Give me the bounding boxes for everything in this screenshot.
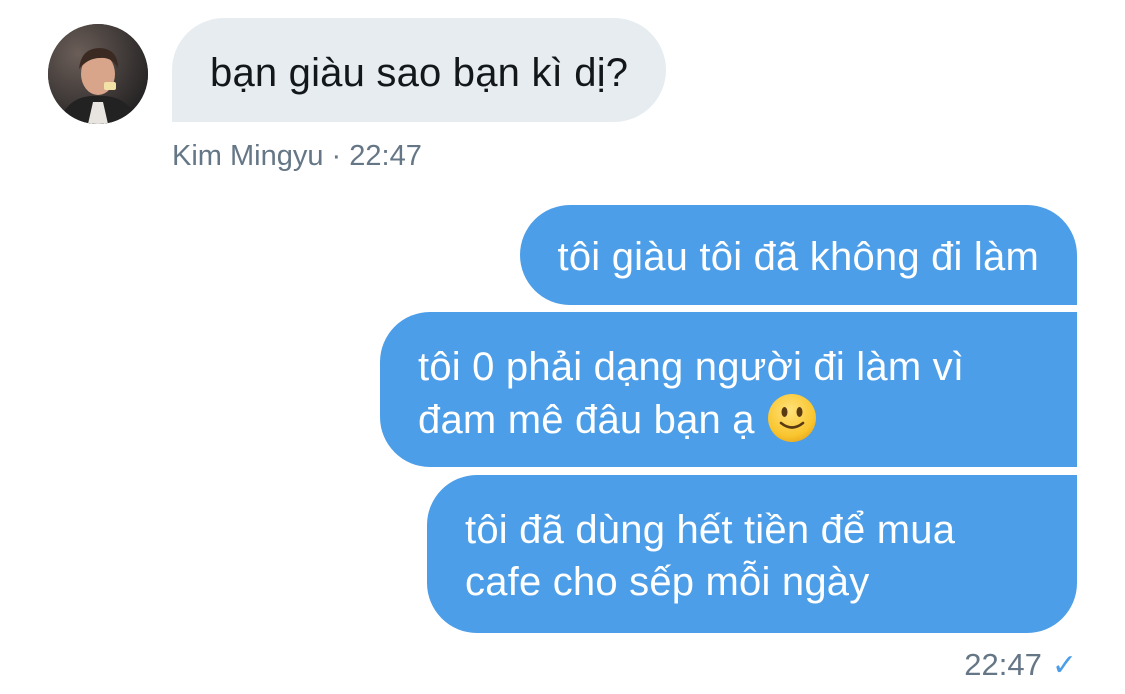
outgoing-message-line: tôi 0 phải dạng người đi làm vì [418, 345, 965, 389]
outgoing-message-time: 22:47 [964, 647, 1042, 682]
meta-separator: · [323, 140, 350, 172]
incoming-message-bubble[interactable]: bạn giàu sao bạn kì dị? [172, 18, 667, 122]
outgoing-message-line: cafe cho sếp mỗi ngày [465, 560, 870, 604]
outgoing-message-bubble[interactable]: tôi đã dùng hết tiền để mua cafe cho sếp… [427, 475, 1077, 633]
outgoing-message-line: tôi giàu tôi đã không đi làm [557, 235, 1039, 279]
outgoing-message-meta: 22:47 ✓ [964, 646, 1077, 685]
incoming-message-text: bạn giàu sao bạn kì dị? [210, 51, 629, 95]
outgoing-message-line: đam mê đâu bạn ạ [418, 398, 755, 442]
checkmark-icon: ✓ [1051, 649, 1077, 682]
outgoing-message-line-with-emoji: đam mê đâu bạn ạ [418, 393, 1039, 456]
outgoing-message-line: tôi đã dùng hết tiền để mua [465, 508, 956, 552]
slightly-smiling-face-icon [767, 393, 817, 456]
sender-name: Kim Mingyu [172, 140, 324, 172]
sender-avatar[interactable] [48, 24, 148, 124]
outgoing-message-bubble[interactable]: tôi 0 phải dạng người đi làm vì đam mê đ… [380, 312, 1077, 467]
outgoing-message-bubble[interactable]: tôi giàu tôi đã không đi làm [519, 205, 1077, 305]
incoming-message-time: 22:47 [349, 140, 422, 172]
incoming-message-meta: Kim Mingyu · 22:47 [172, 138, 422, 174]
